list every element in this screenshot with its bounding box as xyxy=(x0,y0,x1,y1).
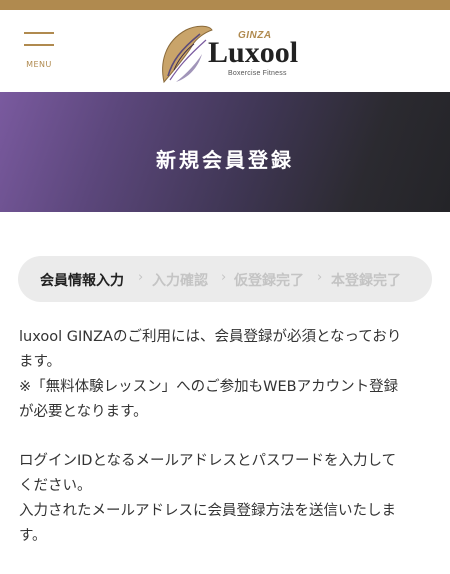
site-logo[interactable]: GINZA Luxool Boxercise Fitness xyxy=(156,24,306,86)
instruction-line: 入力されたメールアドレスに会員登録方法を送信いたしま xyxy=(19,503,396,519)
step-temp-registered: 仮登録完了 xyxy=(234,273,304,289)
chevron-right-icon: › xyxy=(221,270,227,285)
step-confirm: 入力確認 xyxy=(152,273,208,289)
site-header: MENU GINZA Luxool Boxercise Fitness xyxy=(0,10,450,92)
intro-line: luxool GINZAのご利用には、会員登録が必須となっており xyxy=(19,329,402,345)
chevron-right-icon: › xyxy=(138,270,144,285)
intro-line: が必要となります。 xyxy=(19,404,148,420)
menu-icon-line-top xyxy=(24,32,54,34)
instruction-line: す。 xyxy=(19,528,47,544)
top-accent-bar xyxy=(0,0,450,10)
instruction-paragraph: ログインIDとなるメールアドレスとパスワードを入力して ください。 入力されたメ… xyxy=(19,449,431,549)
instruction-line: ください。 xyxy=(19,478,92,494)
menu-label: MENU xyxy=(26,60,52,69)
page-hero: 新規会員登録 xyxy=(0,92,450,212)
registration-steps: 会員情報入力 › 入力確認 › 仮登録完了 › 本登録完了 xyxy=(18,256,432,302)
chevron-right-icon: › xyxy=(317,270,323,285)
intro-paragraph: luxool GINZAのご利用には、会員登録が必須となっており ます。 ※「無… xyxy=(19,325,431,425)
menu-button[interactable]: MENU xyxy=(18,32,60,78)
logo-wordmark: Luxool xyxy=(208,36,299,69)
page-title: 新規会員登録 xyxy=(156,148,294,172)
step-member-info: 会員情報入力 xyxy=(40,273,124,289)
menu-icon-line-bottom xyxy=(24,44,54,46)
intro-line: ます。 xyxy=(19,354,62,370)
butterfly-wing-icon xyxy=(162,25,213,84)
instruction-line: ログインIDとなるメールアドレスとパスワードを入力して xyxy=(19,453,397,469)
logo-subtitle: Boxercise Fitness xyxy=(228,70,287,77)
intro-line: ※「無料体験レッスン」へのご参加もWEBアカウント登録 xyxy=(19,379,399,395)
step-registered: 本登録完了 xyxy=(331,273,401,289)
